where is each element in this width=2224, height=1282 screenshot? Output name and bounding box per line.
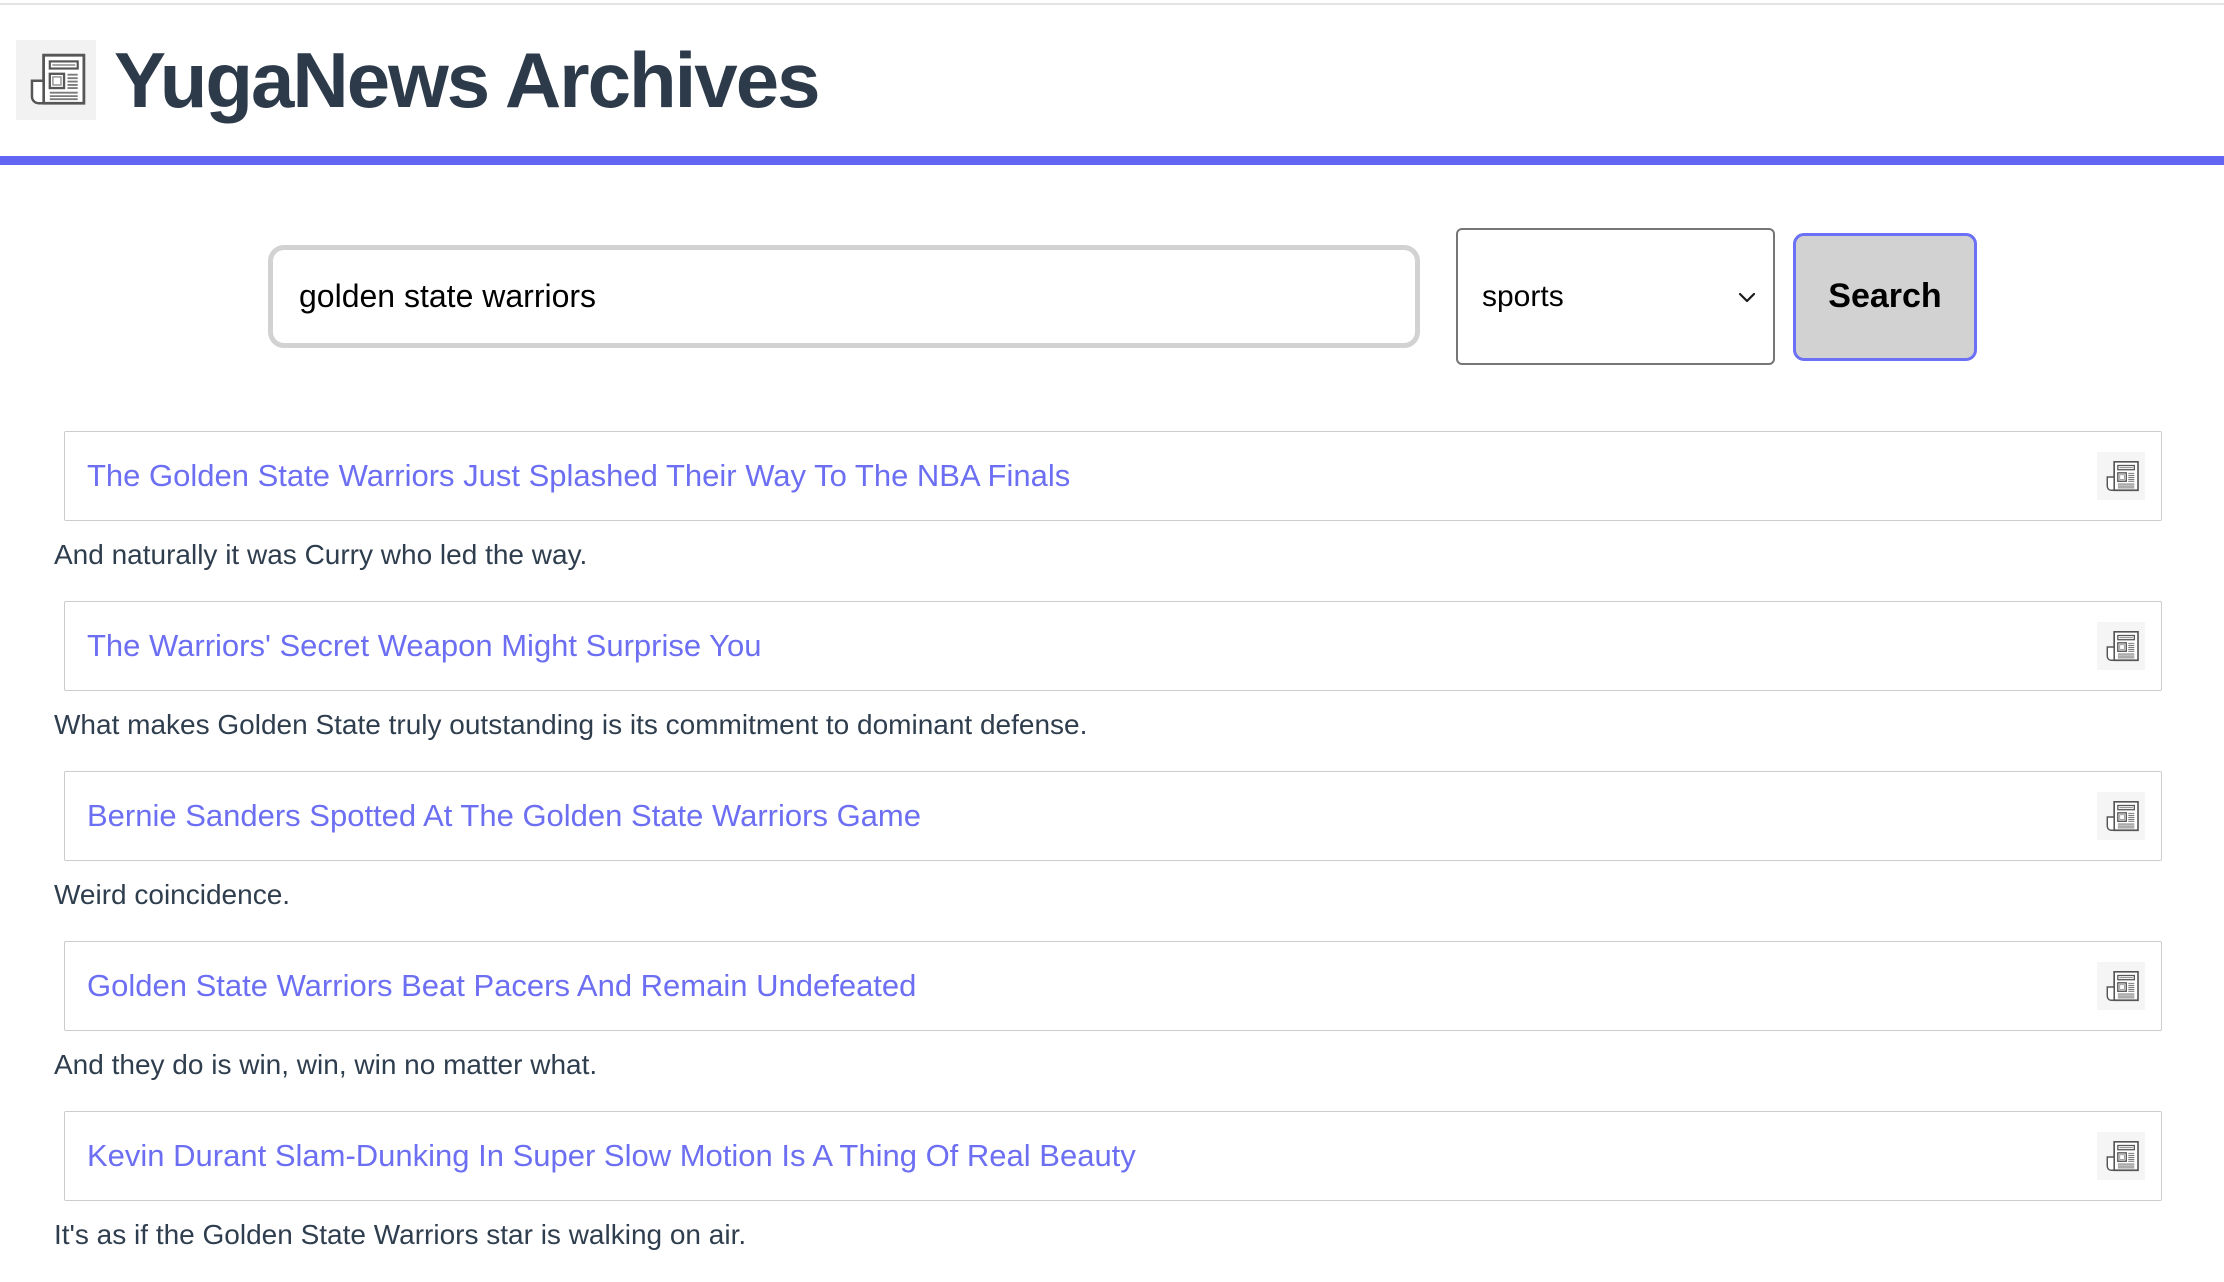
result-card: Golden State Warriors Beat Pacers And Re… [64, 941, 2162, 1031]
newspaper-icon [16, 40, 96, 120]
search-result: The Golden State Warriors Just Splashed … [54, 431, 2162, 573]
result-card: Kevin Durant Slam-Dunking In Super Slow … [64, 1111, 2162, 1201]
result-description: And naturally it was Curry who led the w… [54, 539, 588, 570]
result-title-link[interactable]: Kevin Durant Slam-Dunking In Super Slow … [87, 1138, 2097, 1174]
search-button[interactable]: Search [1793, 232, 1977, 361]
search-input[interactable] [268, 245, 1420, 348]
result-card: Bernie Sanders Spotted At The Golden Sta… [64, 771, 2162, 861]
result-description: And they do is win, win, win no matter w… [54, 1049, 598, 1080]
newspaper-icon [25, 52, 87, 108]
result-description: It's as if the Golden State Warriors sta… [54, 1219, 747, 1250]
search-result: Golden State Warriors Beat Pacers And Re… [54, 941, 2162, 1083]
newspaper-icon [2097, 622, 2145, 670]
result-title-link[interactable]: Golden State Warriors Beat Pacers And Re… [87, 968, 2097, 1004]
search-result: Kevin Durant Slam-Dunking In Super Slow … [54, 1111, 2162, 1253]
newspaper-icon [2097, 792, 2145, 840]
result-title-link[interactable]: Bernie Sanders Spotted At The Golden Sta… [87, 798, 2097, 834]
page-title: YugaNews Archives [114, 36, 820, 124]
category-select[interactable]: sports [1456, 228, 1775, 365]
result-card: The Warriors' Secret Weapon Might Surpri… [64, 601, 2162, 691]
top-hairline [0, 3, 2224, 5]
accent-divider-bar [0, 156, 2224, 165]
result-description: Weird coincidence. [54, 879, 291, 910]
search-results-list: The Golden State Warriors Just Splashed … [54, 431, 2162, 1253]
search-result: Bernie Sanders Spotted At The Golden Sta… [54, 771, 2162, 913]
site-header: YugaNews Archives [0, 0, 2224, 120]
category-select-wrap: sports [1456, 228, 1775, 365]
result-card: The Golden State Warriors Just Splashed … [64, 431, 2162, 521]
search-result: The Warriors' Secret Weapon Might Surpri… [54, 601, 2162, 743]
result-description: What makes Golden State truly outstandin… [54, 709, 1088, 740]
newspaper-icon [2097, 1132, 2145, 1180]
newspaper-icon [2097, 962, 2145, 1010]
newspaper-icon [2097, 452, 2145, 500]
result-title-link[interactable]: The Warriors' Secret Weapon Might Surpri… [87, 628, 2097, 664]
search-form: sports Search [268, 228, 2224, 365]
result-title-link[interactable]: The Golden State Warriors Just Splashed … [87, 458, 2097, 494]
